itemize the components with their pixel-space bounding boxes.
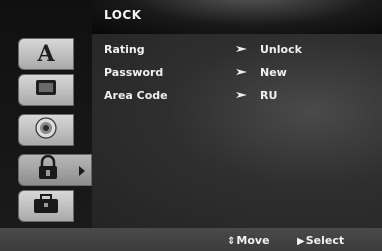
setting-label: Area Code: [104, 89, 168, 102]
pointer-arrow-icon: [236, 92, 247, 98]
setting-value: Unlock: [260, 43, 302, 56]
navigation-hint-bar: ⇕Move ▶Select: [0, 228, 382, 251]
up-down-arrows-icon: ⇕: [227, 236, 236, 247]
select-hint: ▶Select: [297, 234, 344, 247]
speaker-icon: [33, 117, 59, 143]
tab-display[interactable]: [18, 74, 74, 106]
briefcase-icon: [32, 193, 60, 219]
letter-a-icon: A: [37, 41, 55, 67]
selected-tab-arrow-icon: [79, 166, 85, 176]
tab-audio[interactable]: [18, 114, 74, 146]
monitor-icon: [34, 78, 58, 102]
category-sidebar: A: [0, 0, 92, 228]
move-hint-label: Move: [236, 234, 270, 247]
tab-others[interactable]: [18, 190, 74, 222]
pointer-arrow-icon: [236, 46, 247, 52]
tab-language[interactable]: A: [18, 38, 74, 70]
play-arrow-icon: ▶: [297, 236, 305, 247]
settings-panel: [92, 34, 382, 228]
tab-lock[interactable]: [18, 154, 92, 186]
setting-value: RU: [260, 89, 278, 102]
page-title: LOCK: [104, 8, 142, 22]
lock-icon: [36, 154, 60, 185]
setting-label: Password: [104, 66, 164, 79]
setting-value: New: [260, 66, 287, 79]
dvd-setup-screen: A LOCK Rating Unlock Password New Area C…: [0, 0, 382, 251]
move-hint: ⇕Move: [227, 234, 270, 247]
select-hint-label: Select: [305, 234, 345, 247]
setting-label: Rating: [104, 43, 145, 56]
pointer-arrow-icon: [236, 69, 247, 75]
